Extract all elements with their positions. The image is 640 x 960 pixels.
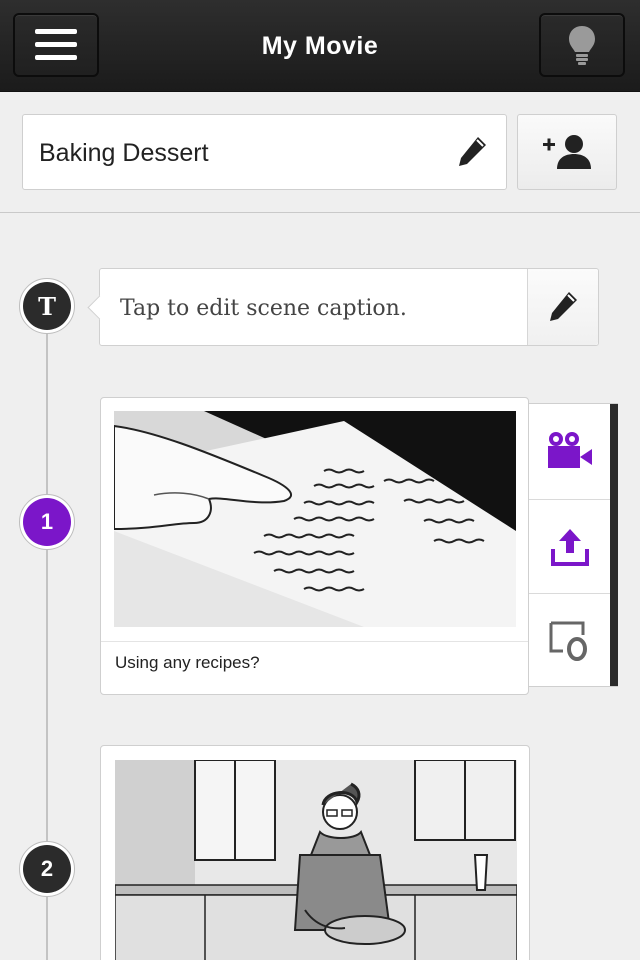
movie-name: Baking Dessert: [39, 138, 209, 167]
movie-name-field[interactable]: Baking Dessert: [22, 114, 507, 190]
scene-image-recipe[interactable]: [114, 411, 516, 627]
video-camera-icon: [548, 432, 592, 468]
menu-button[interactable]: [13, 13, 99, 77]
movie-name-row: Baking Dessert: [0, 92, 640, 213]
title-node[interactable]: T: [19, 278, 75, 334]
scene-caption-field[interactable]: Tap to edit scene caption.: [99, 268, 599, 346]
top-bar: My Movie: [0, 0, 640, 92]
scene-caption: Using any recipes?: [115, 653, 260, 672]
lightbulb-icon: [569, 26, 595, 65]
hamburger-icon: [35, 29, 77, 60]
share-upload-icon: [551, 528, 589, 566]
scene-actions-panel: [528, 403, 618, 687]
share-button[interactable]: [529, 499, 611, 593]
scene-number: 1: [23, 498, 71, 546]
idea-button[interactable]: [539, 13, 625, 77]
pencil-icon[interactable]: [456, 135, 488, 169]
page-title: My Movie: [261, 31, 379, 60]
duplicate-icon: [549, 621, 587, 661]
scene-node-1[interactable]: 1: [19, 494, 75, 550]
scene-node-2[interactable]: 2: [19, 841, 75, 897]
add-video-button[interactable]: [529, 404, 611, 498]
add-person-icon: [543, 135, 591, 169]
caption-placeholder: Tap to edit scene caption.: [120, 295, 407, 321]
scene-image-kitchen[interactable]: [115, 760, 517, 960]
caption-edit-button[interactable]: [527, 269, 598, 345]
add-collaborator-button[interactable]: [517, 114, 617, 190]
scene-card-2[interactable]: [100, 745, 530, 960]
title-node-label: T: [23, 282, 71, 330]
scene-card-1[interactable]: Using any recipes?: [100, 397, 529, 695]
scene-number: 2: [23, 845, 71, 893]
card-divider: [101, 641, 528, 642]
pencil-icon: [550, 292, 577, 321]
duplicate-scene-button[interactable]: [529, 593, 611, 687]
